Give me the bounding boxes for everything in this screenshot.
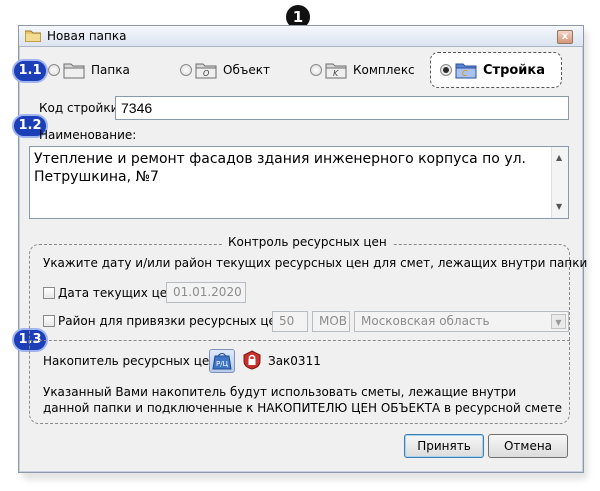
type-option-object[interactable]: O Объект — [180, 56, 270, 84]
radio-folder[interactable] — [48, 64, 60, 76]
group-separator — [29, 340, 570, 341]
type-option-construction[interactable]: C Стройка — [440, 56, 545, 84]
type-label-complex: Комплекс — [353, 63, 415, 77]
accumulator-value: Зак0311 — [268, 354, 321, 368]
title-bar[interactable]: Новая папка x — [19, 26, 583, 47]
lock-icon[interactable] — [242, 350, 262, 370]
chevron-down-icon[interactable]: ▼ — [551, 314, 566, 329]
region-select-value: Московская область — [361, 314, 490, 328]
date-label: Дата текущих цен: — [58, 286, 180, 300]
svg-text:C: C — [462, 69, 468, 78]
type-label-folder: Папка — [91, 63, 130, 77]
construction-folder-icon: C — [455, 63, 477, 79]
folder-icon — [25, 30, 41, 42]
accumulator-label: Накопитель ресурсных цен: — [43, 354, 222, 368]
code-label: Код стройки: — [39, 101, 123, 115]
type-option-folder[interactable]: Папка — [48, 56, 130, 84]
resource-group-legend: Контроль ресурсных цен — [222, 235, 393, 249]
callout-1-1: 1.1 — [12, 59, 48, 83]
resource-hint: Укажите дату и/или район текущих ресурсн… — [43, 256, 588, 270]
svg-text:O: O — [203, 69, 209, 78]
date-checkbox[interactable] — [43, 287, 55, 299]
region-label: Район для привязки ресурсных цен: — [58, 314, 288, 328]
region-abbr-input[interactable]: МОВ — [312, 311, 350, 332]
close-button[interactable]: x — [557, 30, 573, 44]
cancel-button[interactable]: Отмена — [488, 434, 568, 458]
name-text: Утепление и ремонт фасадов здания инжене… — [34, 151, 527, 185]
complex-folder-icon: K — [325, 63, 347, 79]
radio-complex[interactable] — [310, 64, 322, 76]
object-folder-icon: O — [195, 63, 217, 79]
name-scrollbar[interactable]: ▲ ▼ — [551, 147, 568, 218]
folder-icon — [63, 63, 85, 79]
window-title: Новая папка — [47, 29, 127, 43]
svg-text:P/Ц: P/Ц — [216, 360, 229, 368]
region-checkbox[interactable] — [43, 315, 55, 327]
type-label-construction: Стройка — [483, 62, 546, 78]
scroll-down-icon[interactable]: ▼ — [556, 198, 562, 216]
code-input[interactable] — [115, 96, 569, 120]
accumulator-note: Указанный Вами накопитель будут использо… — [43, 385, 562, 415]
scroll-up-icon[interactable]: ▲ — [556, 149, 562, 167]
date-input[interactable]: 01.01.2020 — [166, 282, 246, 303]
type-label-object: Объект — [223, 63, 270, 77]
name-label: Наименование: — [39, 128, 137, 142]
region-select[interactable]: Московская область ▼ — [354, 311, 569, 332]
svg-text:K: K — [333, 69, 339, 78]
accumulator-icon[interactable]: P/Ц — [209, 349, 235, 373]
price-accumulator-icon: P/Ц — [212, 353, 232, 370]
type-option-complex[interactable]: K Комплекс — [310, 56, 415, 84]
region-code-input[interactable]: 50 — [272, 311, 308, 332]
radio-construction[interactable] — [440, 64, 452, 76]
ok-button[interactable]: Принять — [404, 434, 484, 458]
radio-object[interactable] — [180, 64, 192, 76]
name-textarea[interactable]: Утепление и ремонт фасадов здания инжене… — [29, 146, 569, 219]
